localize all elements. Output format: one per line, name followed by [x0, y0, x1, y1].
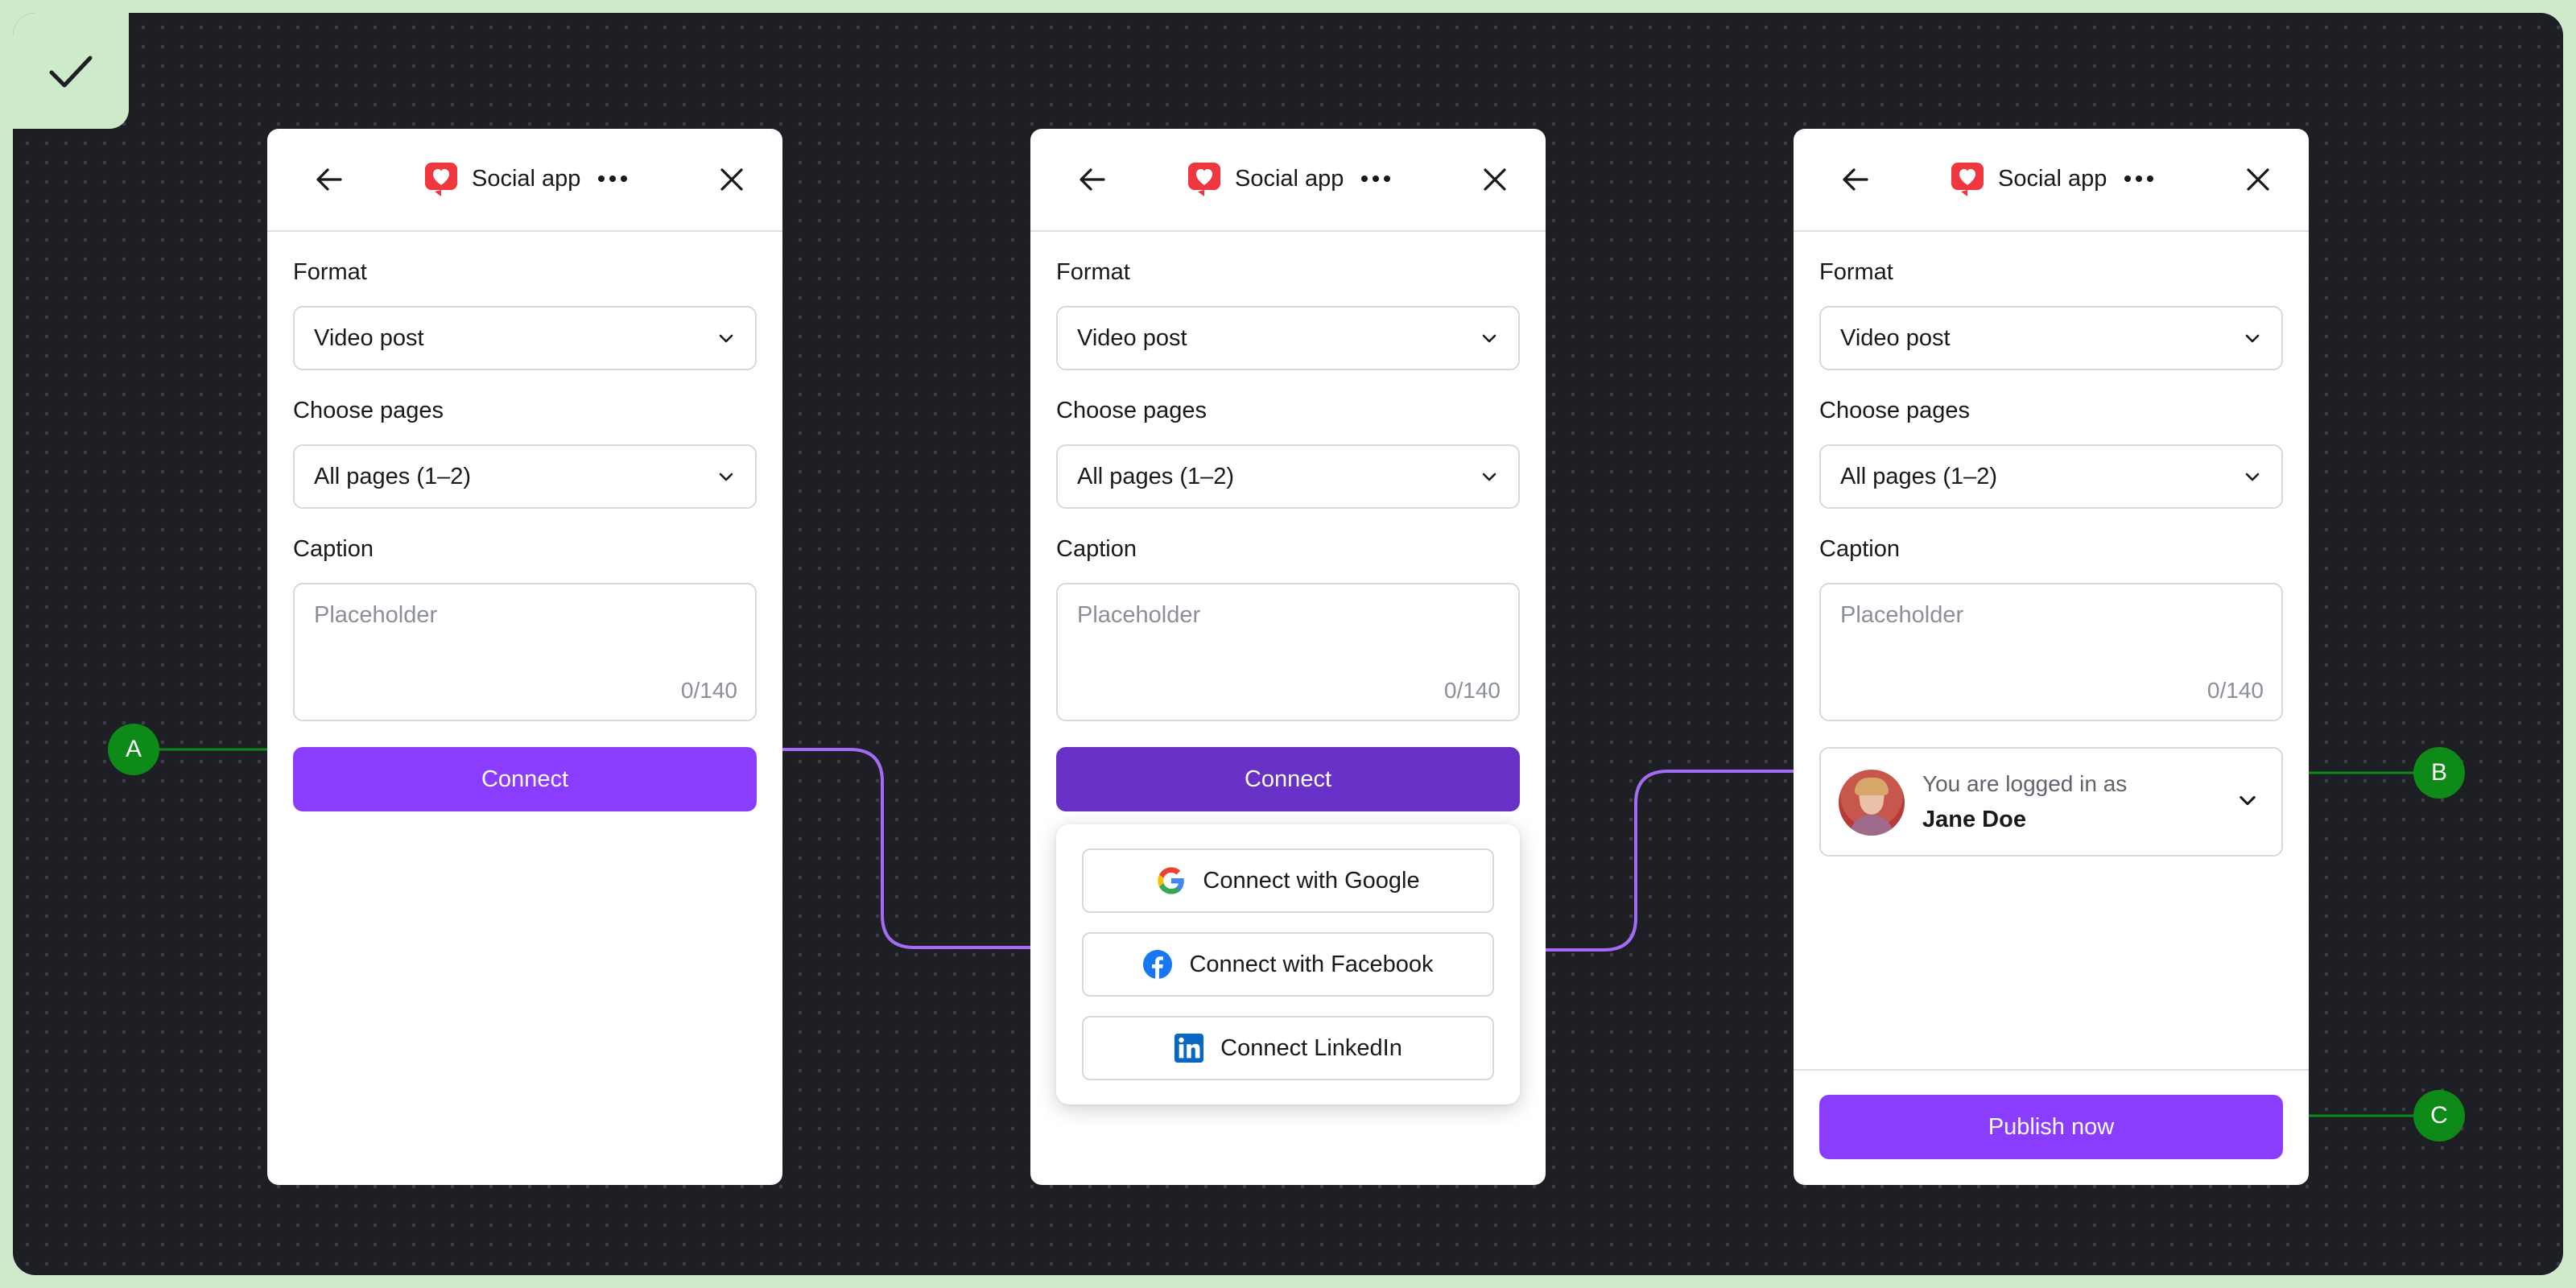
- avatar: [1839, 770, 1905, 836]
- publish-now-button[interactable]: Publish now: [1819, 1095, 2283, 1159]
- pages-select[interactable]: All pages (1–2): [1056, 444, 1520, 509]
- more-options-button[interactable]: [1361, 175, 1391, 182]
- app-identity: Social app: [423, 158, 628, 200]
- connect-menu: Connect with Google Connect with Faceboo…: [1056, 824, 1520, 1104]
- format-select[interactable]: Video post: [1819, 306, 2283, 370]
- panel-step-2: Social app Format Video post Choose page…: [1030, 129, 1546, 1185]
- close-icon: [2247, 168, 2269, 191]
- caption-placeholder: Placeholder: [314, 602, 438, 628]
- pages-value: All pages (1–2): [314, 463, 472, 489]
- pages-label: Choose pages: [1056, 398, 1208, 423]
- close-button[interactable]: [2238, 159, 2278, 200]
- back-button[interactable]: [1835, 159, 1876, 200]
- format-value: Video post: [1840, 324, 1951, 351]
- flow-canvas: A B C Social app Format Video post Choos…: [13, 13, 2563, 1275]
- heart-icon: [1951, 163, 1984, 196]
- caption-textarea[interactable]: Placeholder 0/140: [1056, 583, 1520, 721]
- format-select[interactable]: Video post: [1056, 306, 1520, 370]
- chevron-down-icon: [719, 473, 733, 481]
- connect-facebook-label: Connect with Facebook: [1189, 951, 1434, 977]
- format-select[interactable]: Video post: [293, 306, 757, 370]
- marker-a: A: [108, 724, 159, 775]
- format-value: Video post: [1077, 324, 1187, 351]
- arrow-left-icon: [316, 168, 342, 191]
- connect-linkedin-label: Connect LinkedIn: [1220, 1034, 1402, 1061]
- panel-step-3: Social app Format Video post Choose page…: [1794, 129, 2309, 1185]
- caption-label: Caption: [293, 536, 374, 562]
- account-name: Jane Doe: [1922, 807, 2026, 832]
- more-options-button[interactable]: [2124, 175, 2154, 182]
- facebook-icon: [1142, 949, 1173, 980]
- account-status-text: You are logged in as: [1922, 771, 2128, 796]
- linkedin-icon: [1174, 1033, 1204, 1063]
- format-label: Format: [1056, 259, 1130, 285]
- caption-char-count: 0/140: [1443, 678, 1501, 703]
- heart-icon: [1188, 163, 1220, 196]
- panel-header: Social app: [1794, 129, 2309, 232]
- footer-divider: [1794, 1069, 2309, 1071]
- caption-label: Caption: [1819, 536, 1900, 562]
- app-title: Social app: [1235, 165, 1344, 192]
- chevron-down-icon: [2245, 473, 2260, 481]
- chevron-down-icon: [1482, 334, 1496, 343]
- connect-button[interactable]: Connect: [1056, 747, 1520, 811]
- connect-linkedin-button[interactable]: Connect LinkedIn: [1082, 1016, 1494, 1080]
- pages-value: All pages (1–2): [1077, 463, 1235, 489]
- chevron-down-icon: [2245, 334, 2260, 343]
- arrow-left-icon: [1080, 168, 1105, 191]
- close-icon: [720, 168, 743, 191]
- pages-value: All pages (1–2): [1840, 463, 1998, 489]
- flow-arrow-connect-to-menu: [753, 748, 1053, 962]
- caption-char-count: 0/140: [2207, 678, 2264, 703]
- close-button[interactable]: [1475, 159, 1515, 200]
- flow-arrow-menu-to-account: [1526, 757, 1816, 952]
- close-icon: [1484, 168, 1506, 191]
- connector-a: [147, 744, 286, 755]
- close-button[interactable]: [712, 159, 752, 200]
- panel-header: Social app: [1030, 129, 1546, 232]
- caption-placeholder: Placeholder: [1840, 602, 1964, 628]
- account-selector[interactable]: You are logged in as Jane Doe: [1819, 747, 2283, 857]
- chevron-down-icon: [719, 334, 733, 343]
- panel-step-1: Social app Format Video post Choose page…: [267, 129, 782, 1185]
- panel-header: Social app: [267, 129, 782, 232]
- caption-textarea[interactable]: Placeholder 0/140: [1819, 583, 2283, 721]
- back-button[interactable]: [1072, 159, 1113, 200]
- app-identity: Social app: [1187, 158, 1391, 200]
- pages-label: Choose pages: [293, 398, 444, 423]
- connect-facebook-button[interactable]: Connect with Facebook: [1082, 932, 1494, 997]
- chevron-down-icon: [2240, 795, 2256, 806]
- caption-placeholder: Placeholder: [1077, 602, 1201, 628]
- heart-icon: [425, 163, 457, 196]
- pages-select[interactable]: All pages (1–2): [293, 444, 757, 509]
- app-identity: Social app: [1950, 158, 2154, 200]
- back-button[interactable]: [309, 159, 349, 200]
- caption-char-count: 0/140: [680, 678, 737, 703]
- google-icon: [1156, 865, 1187, 896]
- caption-textarea[interactable]: Placeholder 0/140: [293, 583, 757, 721]
- format-label: Format: [1819, 259, 1893, 285]
- pages-select[interactable]: All pages (1–2): [1819, 444, 2283, 509]
- marker-c: C: [2413, 1090, 2465, 1141]
- format-value: Video post: [314, 324, 424, 351]
- connect-button[interactable]: Connect: [293, 747, 757, 811]
- connect-google-label: Connect with Google: [1203, 867, 1420, 894]
- arrow-left-icon: [1843, 168, 1868, 191]
- app-title: Social app: [472, 165, 581, 192]
- connect-google-button[interactable]: Connect with Google: [1082, 848, 1494, 913]
- pages-label: Choose pages: [1819, 398, 1971, 423]
- more-options-button[interactable]: [598, 175, 628, 182]
- chevron-down-icon: [1482, 473, 1496, 481]
- format-label: Format: [293, 259, 367, 285]
- marker-b: B: [2413, 747, 2465, 799]
- caption-label: Caption: [1056, 536, 1137, 562]
- app-title: Social app: [1998, 165, 2107, 192]
